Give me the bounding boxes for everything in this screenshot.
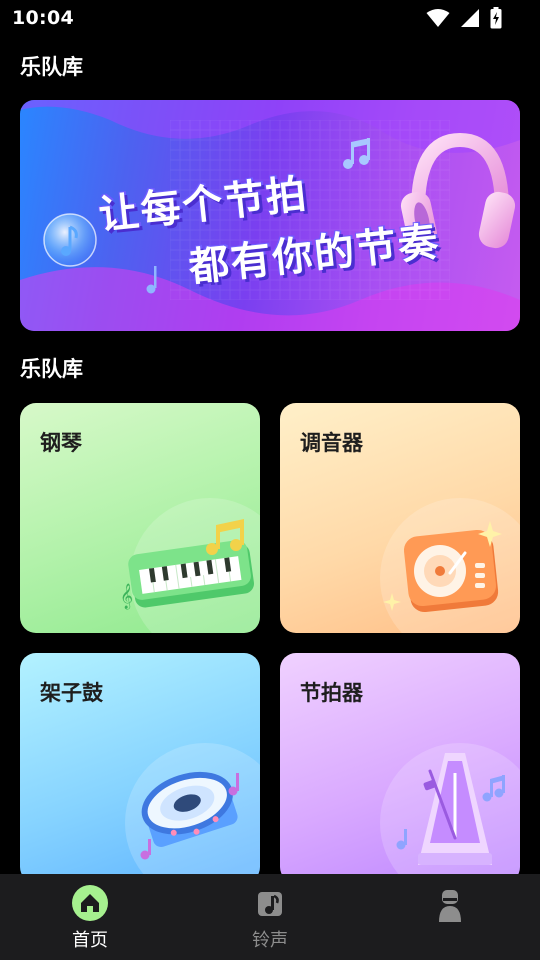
card-piano[interactable]: 𝄞 钢琴 <box>20 403 260 633</box>
status-icons <box>426 7 502 29</box>
promo-banner[interactable]: 让每个节拍 都有你的节奏 <box>20 100 520 331</box>
page-title: 乐队库 <box>20 55 83 79</box>
status-time: 10:04 <box>12 7 74 29</box>
wifi-icon <box>426 9 450 27</box>
bottom-nav: 首页 铃声 <box>0 874 540 960</box>
card-label: 钢琴 <box>40 431 82 455</box>
nav-home[interactable]: 首页 <box>0 874 180 960</box>
home-icon <box>72 885 108 921</box>
card-label: 节拍器 <box>300 681 363 705</box>
card-label: 架子鼓 <box>40 681 103 705</box>
card-metronome[interactable]: 节拍器 <box>280 653 520 883</box>
nav-home-label: 首页 <box>72 930 108 951</box>
svg-text:𝄞: 𝄞 <box>120 583 133 609</box>
signal-icon <box>461 9 479 27</box>
card-label: 调音器 <box>300 431 363 455</box>
battery-charging-icon <box>490 7 502 29</box>
nav-profile[interactable] <box>360 874 540 960</box>
nav-ringtone-label: 铃声 <box>252 930 288 951</box>
profile-icon <box>439 890 461 922</box>
card-drum[interactable]: 架子鼓 <box>20 653 260 883</box>
section-title: 乐队库 <box>20 357 83 381</box>
nav-ringtone[interactable]: 铃声 <box>180 874 360 960</box>
card-tuner[interactable]: 调音器 <box>280 403 520 633</box>
music-note-icon <box>258 892 282 916</box>
status-bar: 10:04 <box>0 0 540 38</box>
